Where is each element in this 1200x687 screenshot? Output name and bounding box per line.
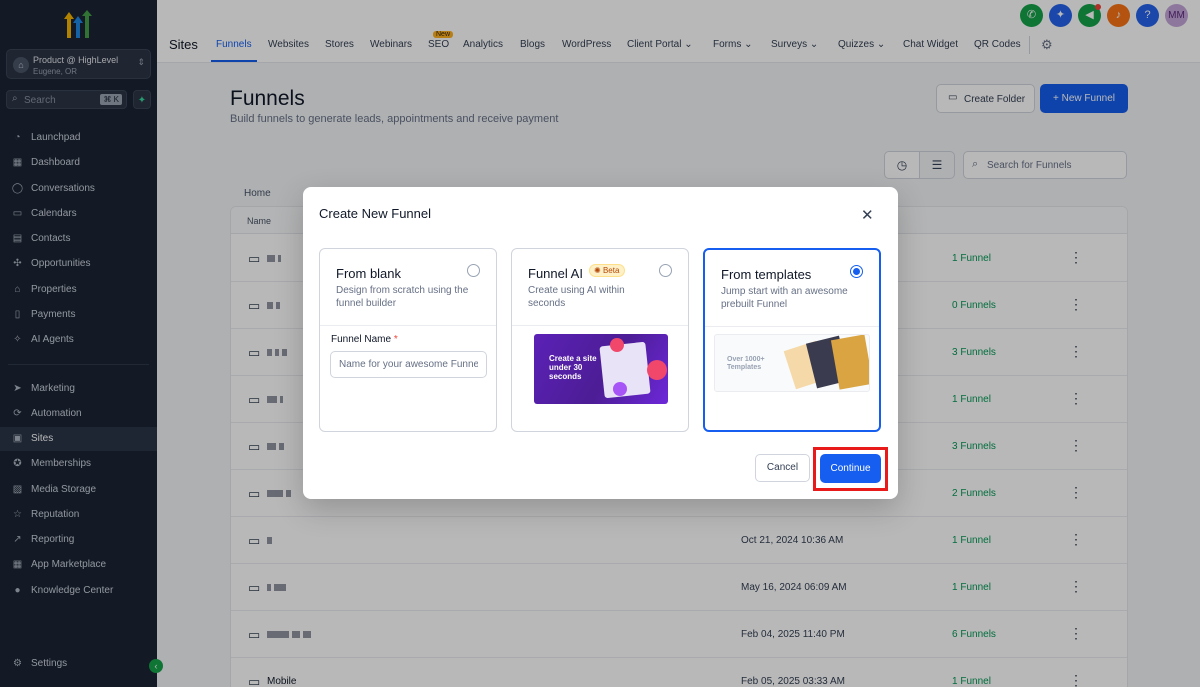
funnel-name-label: Funnel Name * (331, 334, 398, 345)
card-divider (320, 325, 496, 326)
sparkle-icon: ✺ (594, 266, 601, 275)
preview-app-icon (613, 382, 627, 396)
funnel-ai-card[interactable]: Funnel AI ✺ Beta Create using AI within … (511, 248, 689, 432)
templates-preview-image: Over 1000+ Templates (714, 334, 870, 392)
from-blank-radio[interactable] (467, 264, 480, 277)
funnel-ai-preview-image: Create a site under 30 seconds (534, 334, 668, 404)
required-mark: * (393, 334, 398, 345)
funnel-name-input[interactable] (330, 351, 487, 378)
beta-label: Beta (602, 266, 620, 275)
card-title: From blank (336, 266, 402, 281)
preview-app-icon (610, 338, 624, 352)
funnel-name-label-text: Funnel Name (331, 334, 392, 345)
modal-title: Create New Funnel (319, 206, 431, 221)
card-title: From templates (721, 267, 812, 282)
from-templates-card[interactable]: From templates Jump start with an awesom… (703, 248, 881, 432)
card-description: Create using AI within seconds (528, 285, 625, 309)
card-divider (705, 326, 879, 327)
card-title: Funnel AI (528, 266, 583, 281)
card-divider (512, 325, 688, 326)
from-templates-radio[interactable] (850, 265, 863, 278)
beta-badge: ✺ Beta (589, 264, 626, 277)
from-blank-card[interactable]: From blank Design from scratch using the… (319, 248, 497, 432)
templates-preview-text: Over 1000+ Templates (727, 356, 765, 371)
create-funnel-modal: Create New Funnel ✕ From blank Design fr… (303, 187, 898, 499)
funnel-ai-radio[interactable] (659, 264, 672, 277)
cancel-button[interactable]: Cancel (755, 454, 810, 482)
close-icon[interactable]: ✕ (861, 206, 874, 224)
continue-button[interactable]: Continue (820, 454, 881, 483)
card-description: Design from scratch using the funnel bui… (336, 285, 469, 309)
preview-app-icon (647, 360, 667, 380)
card-description: Jump start with an awesome prebuilt Funn… (721, 286, 848, 310)
